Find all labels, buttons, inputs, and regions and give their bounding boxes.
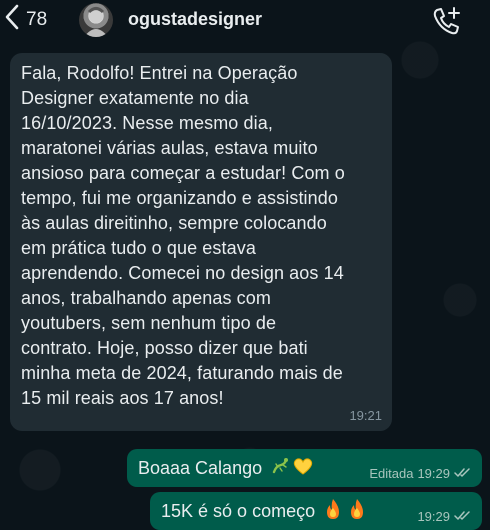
edited-label: Editada (369, 466, 414, 481)
outgoing-message[interactable]: 15K é só o começo 19:29 (150, 492, 482, 530)
message-time: 19:29 (417, 466, 450, 481)
lizard-emoji-icon (270, 456, 290, 481)
yellow-heart-icon (292, 456, 314, 481)
message-meta: Editada 19:29 (369, 466, 472, 481)
add-call-icon[interactable] (430, 4, 464, 38)
contact-name[interactable]: ogustadesigner (128, 9, 262, 30)
message-text: Boaaa Calango (138, 457, 263, 478)
message-meta: 19:29 (417, 509, 472, 524)
double-check-icon (454, 509, 472, 524)
message-time: 19:29 (417, 509, 450, 524)
fire-icon (348, 498, 366, 525)
chat-screen: 78 ogustadesigner Fala, Rodolfo! Entrei … (0, 0, 490, 530)
double-check-icon (454, 466, 472, 481)
chevron-left-icon (4, 4, 20, 35)
incoming-message[interactable]: Fala, Rodolfo! Entrei na Operação Design… (10, 53, 392, 431)
fire-icon (324, 498, 342, 525)
message-text: Fala, Rodolfo! Entrei na Operação Design… (21, 63, 345, 408)
unread-count: 78 (26, 8, 48, 30)
message-time: 19:21 (349, 408, 382, 423)
chat-header: 78 ogustadesigner (0, 0, 490, 44)
message-text: 15K é só o começo (161, 500, 316, 521)
back-button[interactable]: 78 (4, 4, 47, 35)
outgoing-message[interactable]: Boaaa Calango Editada 19:29 (127, 449, 482, 487)
avatar[interactable] (79, 3, 113, 37)
